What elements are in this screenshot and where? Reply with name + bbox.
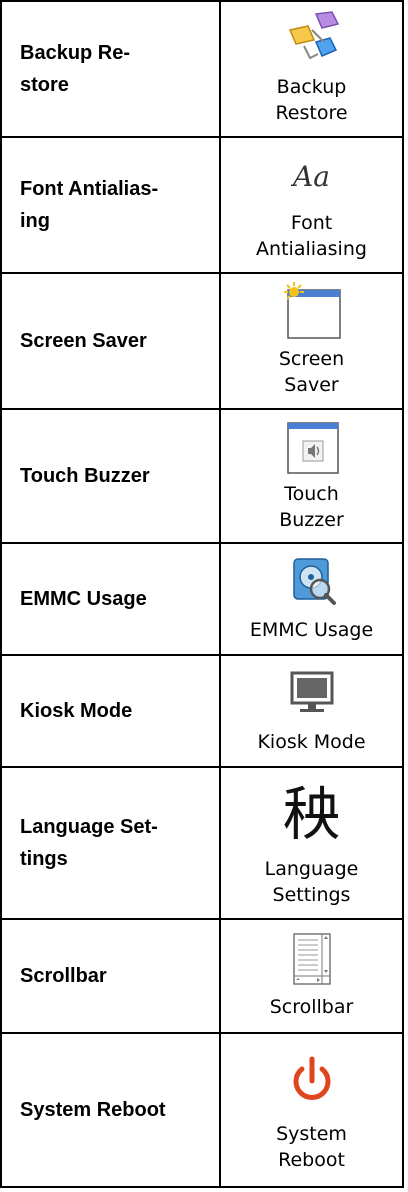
caption-line2: Antialiasing — [256, 238, 367, 260]
row-label: Touch Buzzer — [0, 408, 221, 544]
row-label-line1: Scrollbar — [20, 965, 107, 987]
power-icon — [293, 1056, 330, 1100]
system-reboot-tile[interactable]: System Reboot — [219, 1032, 404, 1188]
disk-magnifier-icon — [292, 558, 336, 605]
row-label-line1: Kiosk Mode — [20, 700, 133, 722]
row-label-line1: EMMC Usage — [20, 588, 147, 610]
emmc-usage-tile[interactable]: EMMC Usage — [219, 542, 404, 656]
caption-line1: EMMC Usage — [249, 619, 374, 641]
settings-row: Font Antialias- ing Aa Font Antialiasing — [0, 136, 404, 274]
tile-caption: System Reboot — [221, 1121, 402, 1179]
row-label-line1: Backup Re- — [20, 42, 131, 64]
scrollbar-tile[interactable]: Scrollbar — [219, 918, 404, 1034]
font-aa-icon: Aa — [293, 159, 330, 193]
caption-line2: Settings — [272, 884, 351, 906]
tile-caption: Font Antialiasing — [221, 210, 402, 268]
caption-line1: Backup — [276, 76, 347, 98]
tile-caption: Touch Buzzer — [221, 481, 402, 539]
caption-line1: Scrollbar — [269, 996, 354, 1018]
scrollbar-icon — [292, 933, 331, 985]
language-settings-tile[interactable]: 秧 Language Settings — [219, 766, 404, 920]
row-label: Screen Saver — [0, 272, 221, 410]
row-label: Backup Re- store — [0, 0, 221, 138]
caption-line2: Reboot — [278, 1149, 345, 1171]
caption-line1: System — [276, 1123, 347, 1145]
caption-line1: Font — [290, 212, 333, 234]
caption-line1: Screen — [278, 348, 345, 370]
row-label-line2: store — [20, 74, 69, 96]
settings-row: Kiosk Mode Kiosk Mode — [0, 654, 404, 768]
settings-row: Backup Re- store Backup Restore — [0, 0, 404, 138]
tile-caption: Language Settings — [221, 856, 402, 914]
row-label-line1: Language Set- — [20, 816, 158, 838]
row-label: Font Antialias- ing — [0, 136, 221, 274]
settings-row: Scrollbar Scrollbar — [0, 918, 404, 1034]
row-label-line1: Touch Buzzer — [20, 465, 150, 487]
caption-line2: Buzzer — [279, 509, 344, 531]
settings-row: System Reboot System Reboot — [0, 1032, 404, 1188]
font-antialiasing-tile[interactable]: Aa Font Antialiasing — [219, 136, 404, 274]
row-label-line2: tings — [20, 848, 68, 870]
tile-caption: Scrollbar — [221, 994, 402, 1026]
backup-restore-tile[interactable]: Backup Restore — [219, 0, 404, 138]
row-label-line2: ing — [20, 210, 50, 232]
row-label: System Reboot — [0, 1032, 221, 1188]
row-label: Kiosk Mode — [0, 654, 221, 768]
row-label: EMMC Usage — [0, 542, 221, 656]
speaker-icon — [286, 422, 339, 474]
caption-line1: Language — [264, 858, 359, 880]
settings-row: Touch Buzzer Touch Buzzer — [0, 408, 404, 544]
monitor-icon — [290, 671, 333, 712]
row-label-line1: Screen Saver — [20, 330, 147, 352]
tile-caption: Kiosk Mode — [221, 729, 402, 761]
row-label-line1: System Reboot — [20, 1099, 166, 1121]
caption-line2: Saver — [284, 374, 339, 396]
row-label-line1: Font Antialias- — [20, 178, 159, 200]
caption-line1: Kiosk Mode — [257, 731, 366, 753]
backup-restore-icon — [288, 11, 339, 60]
caption-line1: Touch — [284, 483, 339, 505]
settings-row: Language Set- tings 秧 Language Settings — [0, 766, 404, 920]
row-label: Language Set- tings — [0, 766, 221, 920]
row-label: Scrollbar — [0, 918, 221, 1034]
settings-row: EMMC Usage EMMC Usage — [0, 542, 404, 656]
tile-caption: Backup Restore — [221, 74, 402, 132]
caption-line2: Restore — [275, 102, 348, 124]
settings-row: Screen Saver Screen Saver — [0, 272, 404, 410]
chinese-character-icon: 秧 — [282, 780, 341, 848]
tile-caption: EMMC Usage — [221, 617, 402, 649]
settings-table: Backup Re- store Backup Restore Font Ant… — [0, 0, 404, 1188]
kiosk-mode-tile[interactable]: Kiosk Mode — [219, 654, 404, 768]
screen-saver-tile[interactable]: Screen Saver — [219, 272, 404, 410]
touch-buzzer-tile[interactable]: Touch Buzzer — [219, 408, 404, 544]
tile-caption: Screen Saver — [221, 346, 402, 404]
screen-saver-icon — [283, 282, 341, 339]
